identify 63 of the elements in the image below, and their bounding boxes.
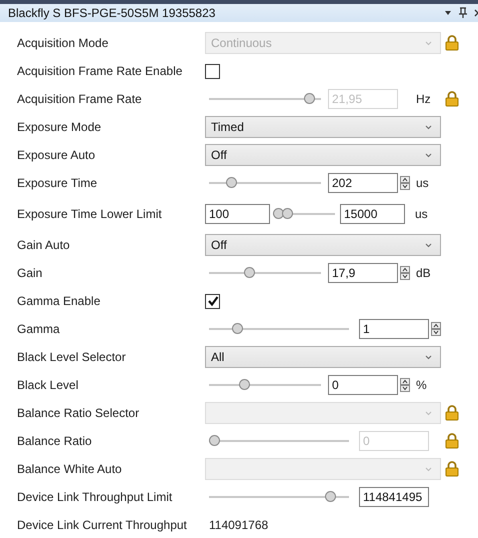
chevron-down-icon	[425, 466, 432, 472]
property-label: Device Link Current Throughput	[16, 518, 188, 532]
lock-icon	[445, 35, 459, 51]
spin-up-button[interactable]	[431, 322, 441, 329]
checkmark-icon	[206, 295, 218, 307]
spin-up-button[interactable]	[400, 176, 410, 183]
property-label: Acquisition Frame Rate	[16, 92, 143, 106]
checkbox[interactable]	[205, 294, 220, 308]
chevron-down-icon	[425, 242, 432, 248]
property-label: Gain Auto	[16, 238, 71, 252]
property-label: Acquisition Mode	[16, 36, 110, 50]
dropdown[interactable]: Off	[205, 144, 441, 166]
property-label: Black Level Selector	[16, 350, 127, 364]
input-field[interactable]: 15000	[340, 204, 405, 224]
property-label: Exposure Time Lower Limit	[16, 207, 163, 221]
property-label: Gain	[16, 266, 44, 280]
dropdown[interactable]: All	[205, 346, 441, 368]
chevron-down-icon	[425, 124, 432, 130]
chevron-down-icon	[425, 410, 432, 416]
dropdown[interactable]: Timed	[205, 116, 441, 138]
dropdown[interactable]: Off	[205, 234, 441, 256]
spin-up-button[interactable]	[400, 378, 410, 385]
property-label: Exposure Time	[16, 176, 98, 190]
unit-label: us	[415, 207, 428, 221]
pin-icon[interactable]	[458, 7, 468, 19]
lock-icon	[445, 405, 459, 421]
spin-down-button[interactable]	[400, 183, 410, 190]
property-label: Gamma Enable	[16, 294, 102, 308]
input-field[interactable]: 114841495	[359, 487, 429, 507]
property-label: Black Level	[16, 378, 80, 392]
property-label: Balance Ratio	[16, 434, 93, 448]
property-label: Exposure Mode	[16, 120, 102, 134]
value-text: 114091768	[208, 518, 268, 532]
input-field[interactable]: 100	[205, 204, 270, 224]
lock-icon	[445, 433, 459, 449]
panel-title: Blackfly S BFS-PGE-50S5M 19355823	[8, 6, 216, 20]
dropdown-icon[interactable]	[444, 9, 452, 17]
spin-down-button[interactable]	[431, 329, 441, 336]
unit-label: dB	[416, 266, 431, 280]
input-field: 0	[359, 431, 429, 451]
property-label: Acquisition Frame Rate Enable	[16, 64, 184, 78]
property-label: Balance Ratio Selector	[16, 406, 140, 420]
spin-down-button[interactable]	[400, 273, 410, 280]
chevron-down-icon	[425, 152, 432, 158]
chevron-down-icon	[425, 354, 432, 360]
chevron-down-icon	[425, 40, 432, 46]
property-label: Exposure Auto	[16, 148, 96, 162]
property-label: Balance White Auto	[16, 462, 123, 476]
unit-label: %	[416, 378, 427, 392]
checkbox[interactable]	[205, 64, 220, 78]
spin-up-button[interactable]	[400, 266, 410, 273]
property-label: Device Link Throughput Limit	[16, 490, 174, 504]
input-field[interactable]: 202	[328, 173, 398, 193]
unit-label: us	[416, 176, 429, 190]
input-field[interactable]: 17,9	[328, 263, 398, 283]
spin-down-button[interactable]	[400, 385, 410, 392]
lock-icon	[445, 91, 459, 107]
unit-label: Hz	[416, 92, 431, 106]
input-field: 21,95	[328, 89, 398, 109]
property-label: Gamma	[16, 322, 61, 336]
input-field[interactable]: 1	[359, 319, 429, 339]
lock-icon	[445, 461, 459, 477]
input-field[interactable]: 0	[328, 375, 398, 395]
